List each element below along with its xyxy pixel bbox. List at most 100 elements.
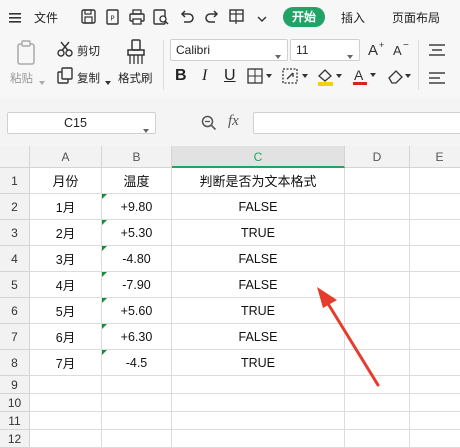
cell-e1[interactable] — [410, 168, 460, 194]
table-format-icon[interactable] — [228, 8, 246, 30]
cell-b10[interactable] — [102, 394, 172, 412]
align-top-icon[interactable] — [428, 42, 446, 61]
cell-c11[interactable] — [172, 412, 345, 430]
column-header-a[interactable]: A — [30, 146, 102, 168]
row-header-11[interactable]: 11 — [0, 412, 30, 430]
bold-button[interactable]: B — [175, 67, 187, 85]
cell-d1[interactable] — [345, 168, 410, 194]
cell-a6[interactable]: 5月 — [30, 298, 102, 324]
tab-insert[interactable]: 插入 — [341, 9, 365, 26]
decrease-font-icon[interactable]: A − — [392, 40, 412, 62]
cut-button[interactable]: 剪切 — [77, 43, 100, 59]
cell-a2[interactable]: 1月 — [30, 194, 102, 220]
copy-button[interactable]: 复制 — [77, 70, 100, 86]
cell-d3[interactable] — [345, 220, 410, 246]
row-header-7[interactable]: 7 — [0, 324, 30, 350]
cell-b9[interactable] — [102, 376, 172, 394]
row-header-8[interactable]: 8 — [0, 350, 30, 376]
paste-icon[interactable] — [14, 40, 40, 70]
cell-b11[interactable] — [102, 412, 172, 430]
cell-b8[interactable]: -4.5 — [102, 350, 172, 376]
paste-button[interactable]: 粘贴 — [10, 70, 33, 86]
cell-a11[interactable] — [30, 412, 102, 430]
cell-b1[interactable]: 温度 — [102, 168, 172, 194]
name-box[interactable]: C15 — [7, 112, 156, 134]
row-header-2[interactable]: 2 — [0, 194, 30, 220]
copy-dropdown-icon[interactable] — [104, 72, 112, 91]
column-header-c[interactable]: C — [172, 146, 345, 168]
cell-a1[interactable]: 月份 — [30, 168, 102, 194]
cell-e2[interactable] — [410, 194, 460, 220]
row-header-4[interactable]: 4 — [0, 246, 30, 272]
fill-pattern-icon[interactable] — [282, 67, 312, 89]
cell-e8[interactable] — [410, 350, 460, 376]
font-size-select[interactable]: 11 — [290, 39, 360, 61]
cell-d4[interactable] — [345, 246, 410, 272]
cell-e9[interactable] — [410, 376, 460, 394]
cell-c3[interactable]: TRUE — [172, 220, 345, 246]
cell-b4[interactable]: -4.80 — [102, 246, 172, 272]
cell-e10[interactable] — [410, 394, 460, 412]
hamburger-menu-icon[interactable] — [8, 10, 24, 29]
undo-icon[interactable] — [178, 8, 196, 30]
cell-a4[interactable]: 3月 — [30, 246, 102, 272]
column-header-b[interactable]: B — [102, 146, 172, 168]
print-icon[interactable] — [128, 8, 146, 30]
borders-icon[interactable] — [247, 67, 275, 89]
row-header-3[interactable]: 3 — [0, 220, 30, 246]
print-preview-icon[interactable] — [152, 8, 170, 30]
cell-e4[interactable] — [410, 246, 460, 272]
increase-font-icon[interactable]: A + — [367, 40, 387, 62]
cell-b2[interactable]: +9.80 — [102, 194, 172, 220]
fill-color-icon[interactable] — [316, 67, 346, 91]
quick-access-dropdown-icon[interactable] — [256, 10, 268, 29]
export-pdf-icon[interactable]: P — [104, 8, 122, 30]
cell-e3[interactable] — [410, 220, 460, 246]
file-menu[interactable]: 文件 — [34, 9, 58, 26]
font-name-select[interactable]: Calibri — [170, 39, 288, 61]
cell-b3[interactable]: +5.30 — [102, 220, 172, 246]
copy-icon[interactable] — [56, 67, 74, 89]
cell-e7[interactable] — [410, 324, 460, 350]
row-header-1[interactable]: 1 — [0, 168, 30, 194]
cell-d11[interactable] — [345, 412, 410, 430]
tab-start[interactable]: 开始 — [283, 7, 325, 27]
scissors-icon[interactable] — [56, 40, 74, 62]
eraser-icon[interactable] — [386, 67, 416, 89]
zoom-search-icon[interactable] — [200, 114, 218, 136]
redo-icon[interactable] — [203, 8, 221, 30]
align-left-icon[interactable] — [428, 70, 446, 89]
font-color-icon[interactable]: A — [352, 66, 380, 90]
cell-d10[interactable] — [345, 394, 410, 412]
cell-a10[interactable] — [30, 394, 102, 412]
format-painter-button[interactable]: 格式刷 — [118, 70, 153, 86]
paste-dropdown-icon[interactable] — [38, 72, 46, 91]
row-header-9[interactable]: 9 — [0, 376, 30, 394]
row-header-5[interactable]: 5 — [0, 272, 30, 298]
cell-d2[interactable] — [345, 194, 410, 220]
cell-a8[interactable]: 7月 — [30, 350, 102, 376]
cell-b6[interactable]: +5.60 — [102, 298, 172, 324]
cell-a5[interactable]: 4月 — [30, 272, 102, 298]
formula-input[interactable] — [253, 112, 460, 134]
cell-e6[interactable] — [410, 298, 460, 324]
select-all-corner[interactable] — [0, 146, 30, 168]
cell-a9[interactable] — [30, 376, 102, 394]
cell-a7[interactable]: 6月 — [30, 324, 102, 350]
cell-c4[interactable]: FALSE — [172, 246, 345, 272]
cell-b7[interactable]: +6.30 — [102, 324, 172, 350]
cell-c1[interactable]: 判断是否为文本格式 — [172, 168, 345, 194]
row-header-6[interactable]: 6 — [0, 298, 30, 324]
cell-a3[interactable]: 2月 — [30, 220, 102, 246]
italic-button[interactable]: I — [202, 67, 207, 85]
underline-button[interactable]: U — [224, 67, 236, 85]
cell-c10[interactable] — [172, 394, 345, 412]
save-icon[interactable] — [80, 8, 98, 30]
format-painter-icon[interactable] — [124, 38, 148, 70]
row-header-10[interactable]: 10 — [0, 394, 30, 412]
column-header-e[interactable]: E — [410, 146, 460, 168]
fx-icon[interactable]: fx — [228, 113, 239, 130]
cell-c2[interactable]: FALSE — [172, 194, 345, 220]
cell-e11[interactable] — [410, 412, 460, 430]
cell-b5[interactable]: -7.90 — [102, 272, 172, 298]
